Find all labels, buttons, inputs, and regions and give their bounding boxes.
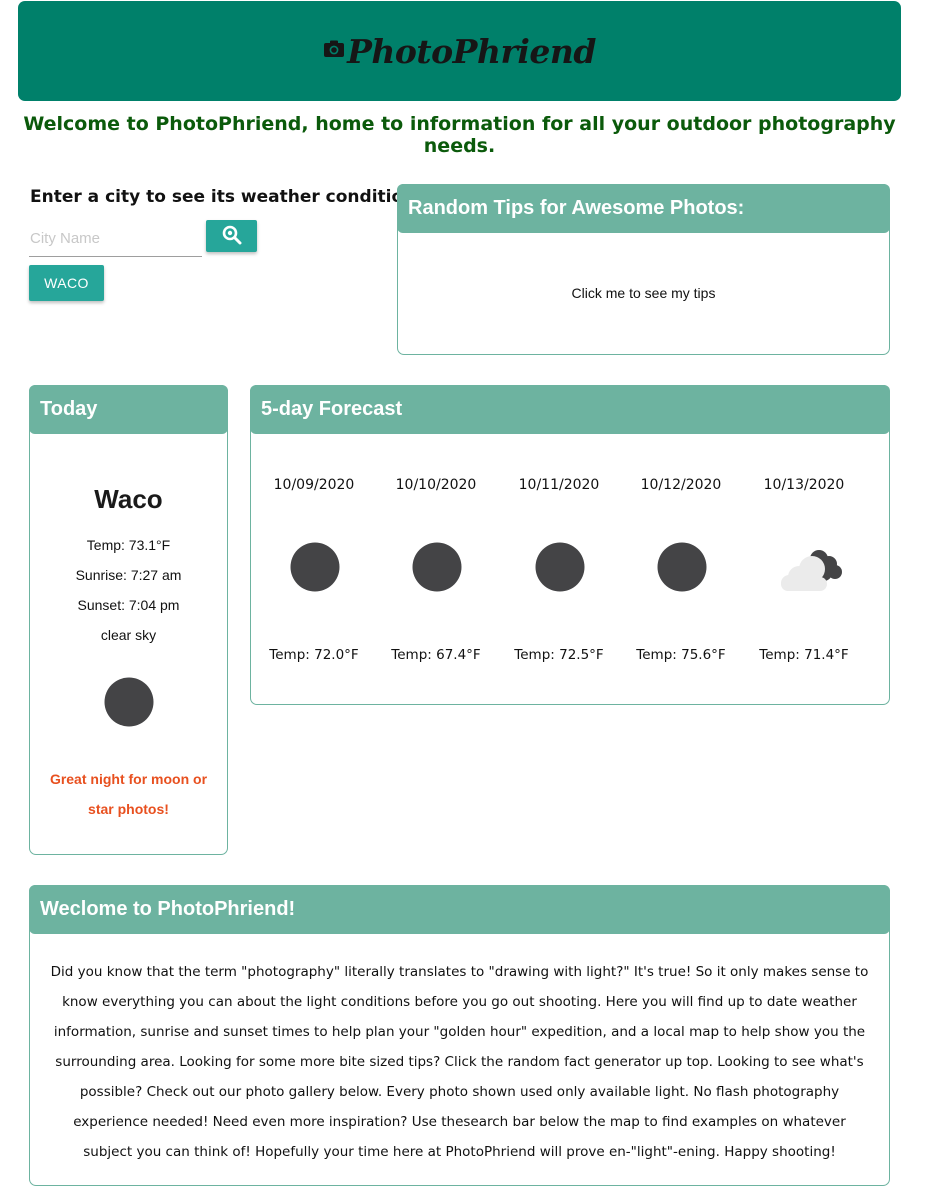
tips-prompt[interactable]: Click me to see my tips [398,285,889,301]
forecast-date: 10/12/2020 [640,477,722,493]
about-card: Weclome to PhotoPhriend! Did you know th… [29,885,890,1186]
forecast-date: 10/13/2020 [763,477,845,493]
city-search-input[interactable] [29,220,202,257]
brand[interactable]: PhotoPhriend [323,32,596,71]
search-heading: Enter a city to see its weather conditio… [30,187,426,207]
forecast-temp: Temp: 72.0°F [269,647,359,663]
forecast-card: 5-day Forecast 10/09/2020 Temp: 72.0°F 1… [250,385,890,705]
forecast-temp: Temp: 72.5°F [514,647,604,663]
camera-icon [323,39,345,63]
forecast-temp: Temp: 75.6°F [636,647,726,663]
moon-icon [656,541,708,593]
forecast-date: 10/09/2020 [273,477,355,493]
forecast-day: 10/11/2020 Temp: 72.5°F [498,386,620,686]
today-sunset: Sunset: 7:04 pm [77,597,180,613]
moon-icon [104,677,154,727]
moon-icon [534,541,586,593]
tips-card: Random Tips for Awesome Photos: Click me… [397,184,890,355]
forecast-day: 10/09/2020 Temp: 72.0°F [253,386,375,686]
forecast-day: 10/12/2020 Temp: 75.6°F [620,386,742,686]
cloudy-night-icon [779,541,842,593]
tips-card-title: Random Tips for Awesome Photos: [397,184,890,233]
welcome-tagline: Welcome to PhotoPhriend, home to informa… [23,113,896,157]
today-sunrise: Sunrise: 7:27 am [75,567,182,583]
search-icon [222,225,242,248]
about-card-title: Weclome to PhotoPhriend! [29,885,890,934]
about-text: Did you know that the term "photography"… [50,964,869,1160]
today-card-title: Today [29,385,228,434]
forecast-day: 10/13/2020 Temp: 71.4°F [743,386,865,686]
moon-icon [411,541,463,593]
search-button[interactable] [206,220,257,252]
forecast-temp: Temp: 71.4°F [759,647,849,663]
today-description: clear sky [100,627,157,643]
history-city-button[interactable]: WACO [29,265,104,301]
forecast-temp: Temp: 67.4°F [391,647,481,663]
forecast-day: 10/10/2020 Temp: 67.4°F [375,386,497,686]
today-city-name: Waco [94,484,163,514]
today-card: Today Waco Temp: 73.1°F Sunrise: 7:27 am… [29,385,228,855]
site-header: PhotoPhriend [18,1,901,101]
photo-suggestion-message: Great night for moon or star photos! [49,771,208,817]
moon-icon [289,541,341,593]
forecast-date: 10/11/2020 [518,477,600,493]
brand-name: PhotoPhriend [347,31,596,71]
forecast-date: 10/10/2020 [395,477,477,493]
today-temp: Temp: 73.1°F [86,537,171,553]
